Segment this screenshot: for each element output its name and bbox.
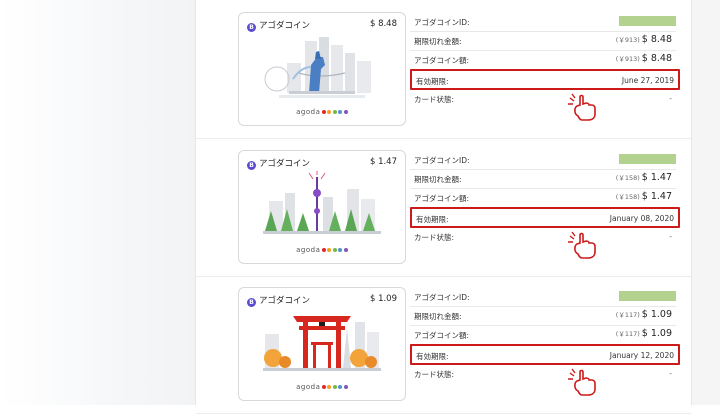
coin-section-3: B アゴダコイン $ 1.09 agoda アゴダコインID: 期限切れ金額: …: [196, 275, 691, 414]
coin-label: アゴダコイン: [259, 159, 311, 169]
coin-id-label: アゴダコインID:: [414, 293, 470, 302]
expiring-amount-label: 期限切れ金額:: [414, 37, 462, 46]
card-header: B アゴダコイン $ 1.09: [247, 294, 397, 308]
pointing-hand-icon: [568, 231, 596, 259]
japan-torii-illustration: [263, 316, 381, 371]
coin-id-row: アゴダコインID:: [410, 150, 676, 170]
validity-label: 有効期限:: [416, 215, 449, 224]
coin-id-label: アゴダコインID:: [414, 156, 470, 165]
validity-label: 有効期限:: [416, 77, 449, 86]
shanghai-skyline-illustration: [263, 171, 381, 234]
balance-row: アゴダコイン額: (￥117) $ 1.09: [410, 325, 676, 345]
validity-row-highlighted: 有効期限: June 27, 2019: [410, 69, 680, 90]
card-status-value: -: [669, 94, 672, 103]
coin-card[interactable]: B アゴダコイン $ 1.09 agoda: [238, 287, 406, 401]
card-amount: $ 8.48: [369, 19, 397, 29]
card-status-value: -: [669, 369, 672, 378]
coin-id-label: アゴダコインID:: [414, 18, 470, 27]
coin-id-redacted: [619, 291, 676, 301]
coin-list-panel: B アゴダコイン $ 8.48 agoda アゴダコインID: 期限切れ金額: …: [195, 0, 692, 414]
balance-label: アゴダコイン額:: [414, 331, 470, 340]
balance-value: (￥158) $ 1.47: [615, 191, 672, 202]
balance-row: アゴダコイン額: (￥913) $ 8.48: [410, 50, 676, 70]
balance-row: アゴダコイン額: (￥158) $ 1.47: [410, 188, 676, 208]
card-status-label: カード状態:: [414, 370, 455, 379]
pointing-hand-icon: [568, 368, 596, 396]
validity-date: January 08, 2020: [609, 214, 674, 223]
validity-date: January 12, 2020: [609, 351, 674, 360]
card-header: B アゴダコイン $ 8.48: [247, 19, 397, 33]
validity-row-highlighted: 有効期限: January 12, 2020: [410, 344, 680, 365]
agoda-logo: agoda: [239, 383, 405, 391]
expiring-amount-value: (￥158) $ 1.47: [615, 172, 672, 183]
coin-section-2: B アゴダコイン $ 1.47 agoda アゴダコインID: 期限切れ金額: …: [196, 138, 691, 277]
coin-card[interactable]: B アゴダコイン $ 8.48 agoda: [238, 12, 406, 126]
card-status-row: カード状態: -: [410, 89, 676, 108]
validity-date: June 27, 2019: [621, 76, 674, 85]
balance-value: (￥913) $ 8.48: [615, 53, 672, 64]
coin-id-row: アゴダコインID:: [410, 12, 676, 32]
card-status-label: カード状態:: [414, 95, 455, 104]
coin-id-redacted: [619, 154, 676, 164]
card-status-row: カード状態: -: [410, 364, 676, 383]
left-background: [0, 0, 195, 405]
content-area: B アゴダコイン $ 8.48 agoda アゴダコインID: 期限切れ金額: …: [195, 0, 720, 414]
expiring-amount-row: 期限切れ金額: (￥913) $ 8.48: [410, 31, 676, 51]
coin-card[interactable]: B アゴダコイン $ 1.47 agoda: [238, 150, 406, 264]
expiring-amount-row: 期限切れ金額: (￥158) $ 1.47: [410, 169, 676, 189]
card-amount: $ 1.09: [369, 294, 397, 304]
balance-label: アゴダコイン額:: [414, 56, 470, 65]
card-status-label: カード状態:: [414, 233, 455, 242]
coin-id-redacted: [619, 16, 676, 26]
coin-icon: B: [247, 161, 256, 170]
coin-icon: B: [247, 298, 256, 307]
expiring-amount-row: 期限切れ金額: (￥117) $ 1.09: [410, 306, 676, 326]
agoda-logo: agoda: [239, 246, 405, 254]
expiring-amount-label: 期限切れ金額:: [414, 175, 462, 184]
card-amount: $ 1.47: [369, 157, 397, 167]
expiring-amount-label: 期限切れ金額:: [414, 312, 462, 321]
singapore-skyline-illustration: [264, 37, 371, 98]
agoda-logo: agoda: [239, 108, 405, 116]
validity-row-highlighted: 有効期限: January 08, 2020: [410, 207, 680, 228]
balance-label: アゴダコイン額:: [414, 194, 470, 203]
coin-label: アゴダコイン: [259, 21, 311, 31]
card-status-row: カード状態: -: [410, 227, 676, 246]
coin-section-1: B アゴダコイン $ 8.48 agoda アゴダコインID: 期限切れ金額: …: [196, 0, 691, 139]
validity-label: 有効期限:: [416, 352, 449, 361]
card-header: B アゴダコイン $ 1.47: [247, 157, 397, 171]
coin-label: アゴダコイン: [259, 296, 311, 306]
pointing-hand-icon: [568, 93, 596, 121]
expiring-amount-value: (￥913) $ 8.48: [615, 34, 672, 45]
expiring-amount-value: (￥117) $ 1.09: [615, 309, 672, 320]
coin-icon: B: [247, 23, 256, 32]
balance-value: (￥117) $ 1.09: [615, 328, 672, 339]
coin-id-row: アゴダコインID:: [410, 287, 676, 307]
card-status-value: -: [669, 232, 672, 241]
